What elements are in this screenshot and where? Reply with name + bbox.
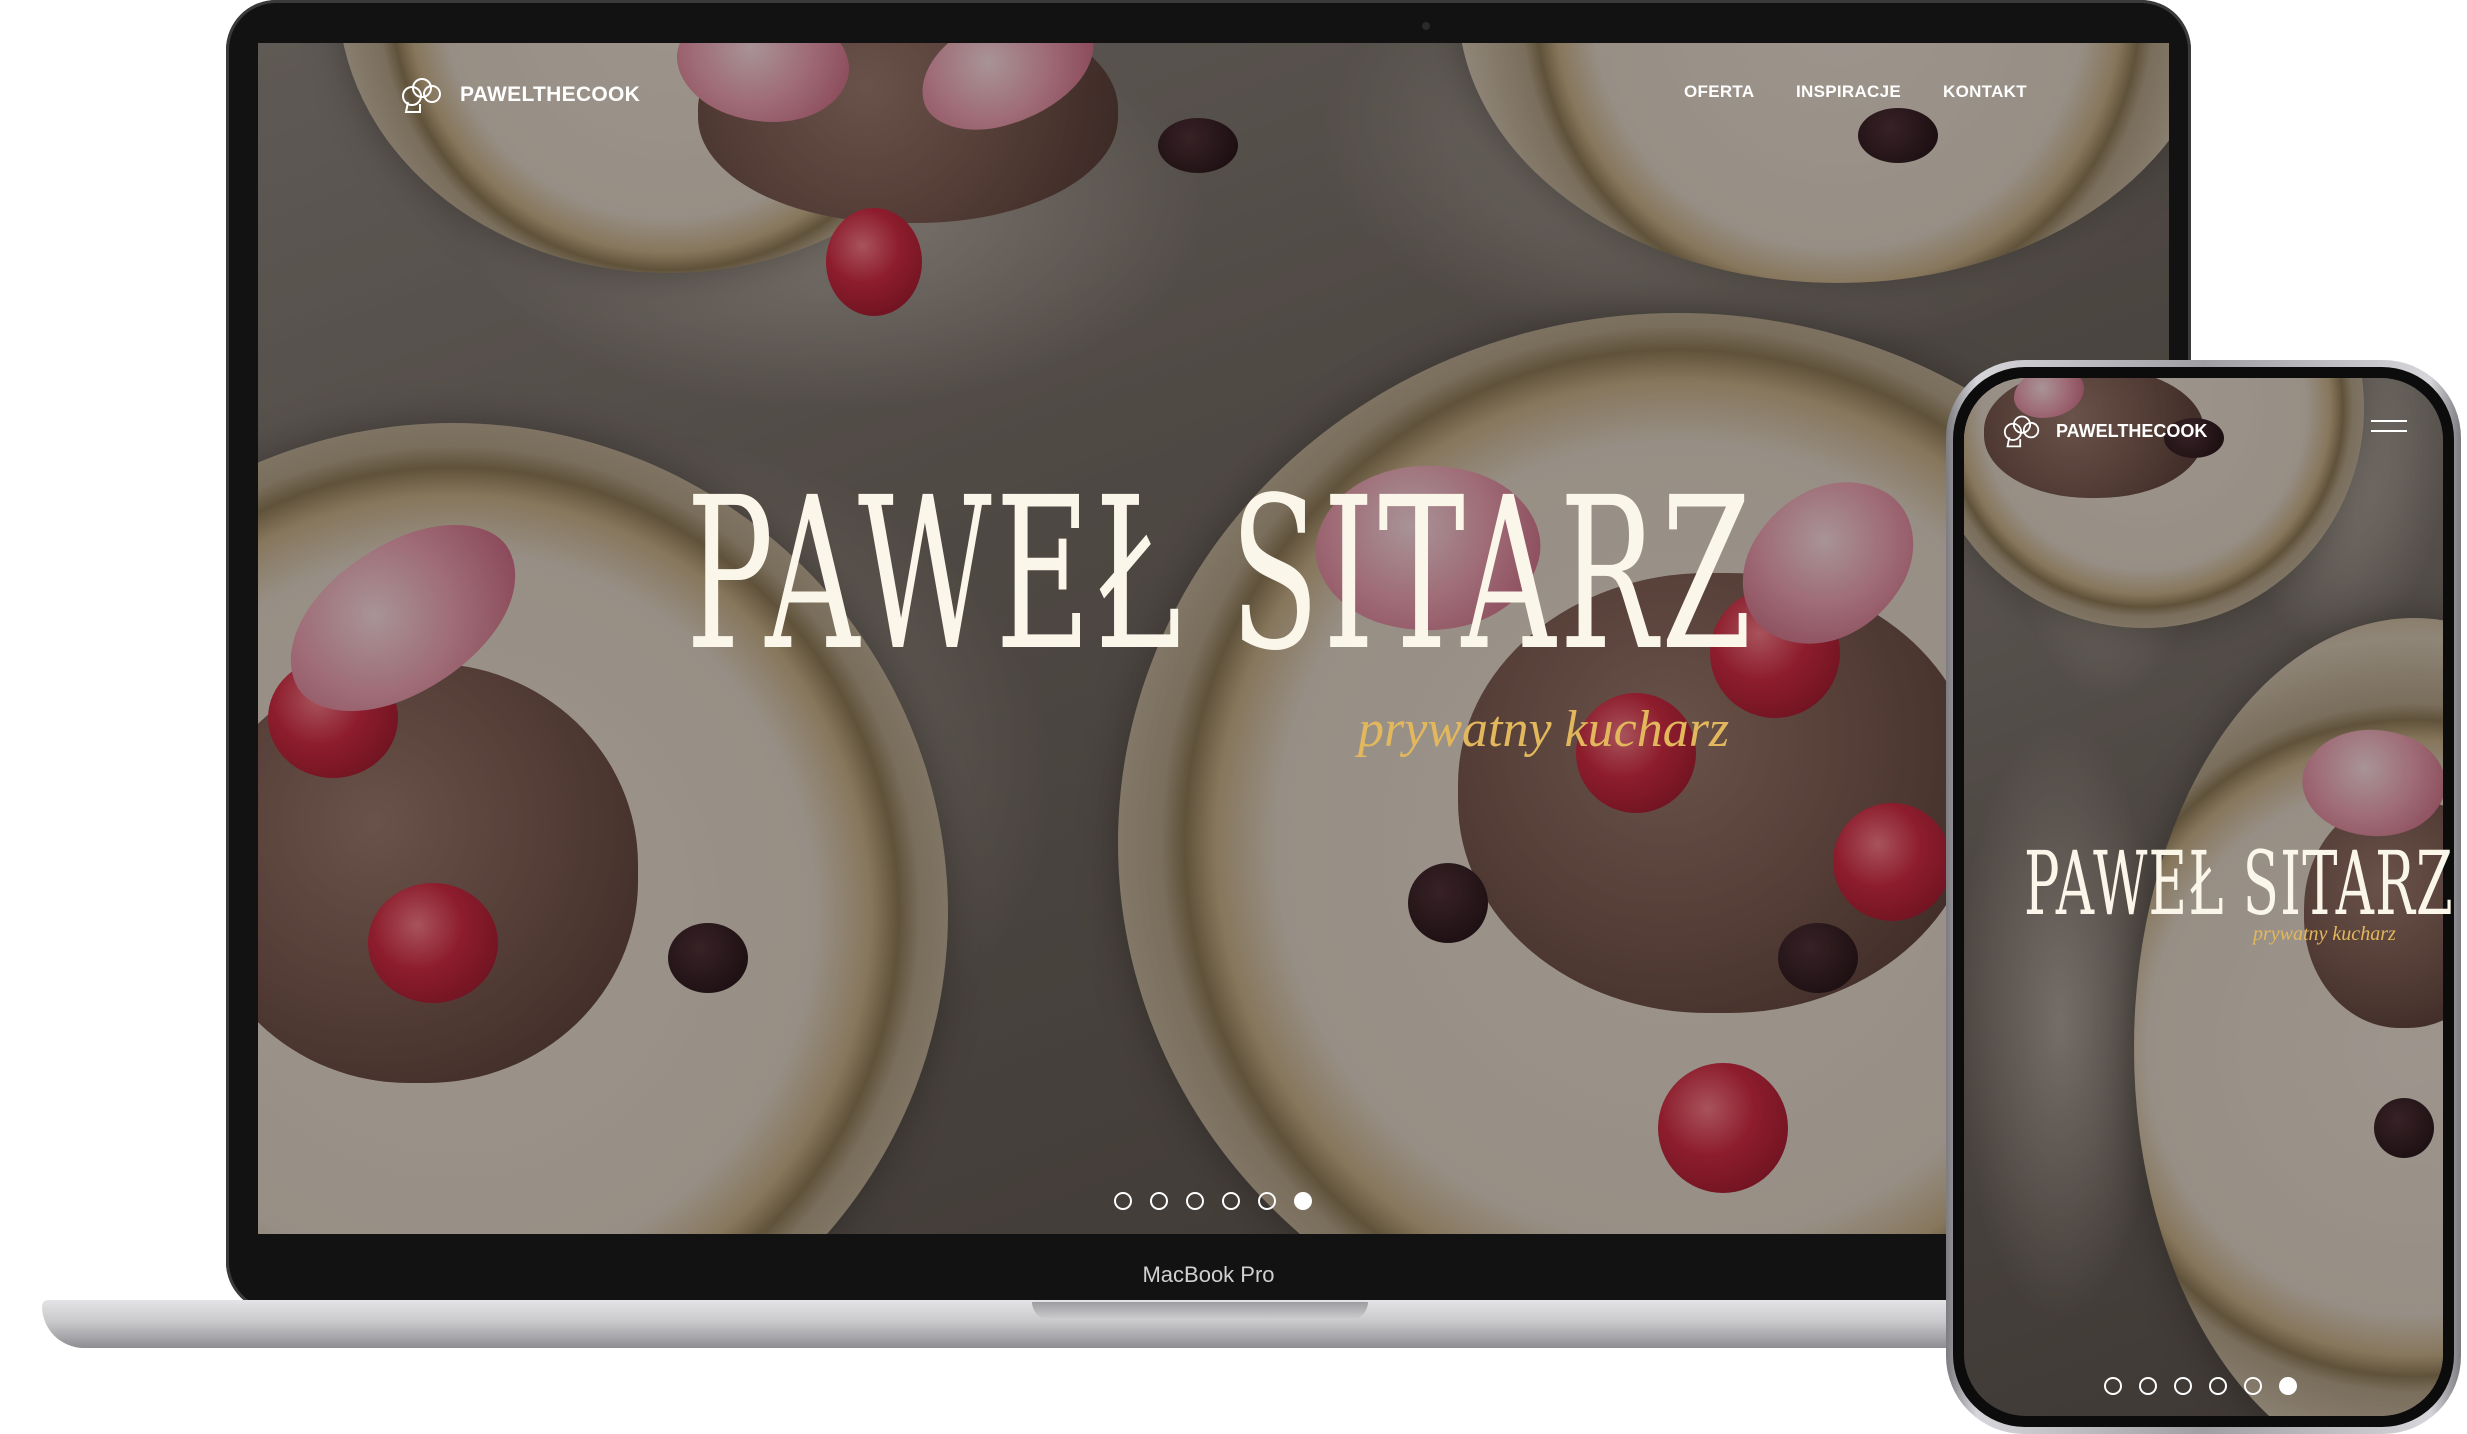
slider-dot[interactable] bbox=[1114, 1192, 1132, 1210]
slider-dots-mobile bbox=[2104, 1377, 2297, 1395]
slider-dots bbox=[1114, 1192, 1312, 1210]
hero-title-mobile: PAWEŁ SITARZ bbox=[2024, 832, 2454, 935]
slider-dot[interactable] bbox=[2244, 1377, 2262, 1395]
logo-text: PAWELTHECOOK bbox=[2056, 420, 2208, 441]
slider-dot[interactable] bbox=[1186, 1192, 1204, 1210]
logo-text: PAWELTHECOOK bbox=[460, 83, 641, 106]
slider-dot-active[interactable] bbox=[2279, 1377, 2297, 1395]
chef-hat-icon bbox=[402, 78, 441, 113]
slider-dot[interactable] bbox=[2174, 1377, 2192, 1395]
nav-link-oferta[interactable]: OFERTA bbox=[1684, 82, 1754, 102]
slider-dot-active[interactable] bbox=[1294, 1192, 1312, 1210]
site-logo[interactable]: PAWELTHECOOK bbox=[398, 74, 640, 116]
hero-subtitle-mobile: prywatny kucharz bbox=[2253, 923, 2396, 945]
slider-dot[interactable] bbox=[2104, 1377, 2122, 1395]
nav-link-kontakt[interactable]: KONTAKT bbox=[1943, 82, 2027, 102]
hero-subtitle: prywatny kucharz bbox=[1358, 701, 1730, 758]
hero-title: PAWEŁ SITARZ bbox=[686, 452, 1756, 697]
slider-dot[interactable] bbox=[1222, 1192, 1240, 1210]
hamburger-menu-icon[interactable] bbox=[2371, 420, 2407, 434]
slider-dot[interactable] bbox=[1258, 1192, 1276, 1210]
laptop-camera bbox=[1422, 22, 1430, 30]
slider-dot[interactable] bbox=[2139, 1377, 2157, 1395]
laptop-notch bbox=[1032, 1302, 1368, 1320]
slider-dot[interactable] bbox=[1150, 1192, 1168, 1210]
chef-hat-icon bbox=[2003, 415, 2040, 448]
site-logo-mobile[interactable]: PAWELTHECOOK bbox=[2000, 412, 2207, 450]
slider-dot[interactable] bbox=[2209, 1377, 2227, 1395]
nav-link-inspiracje[interactable]: INSPIRACJE bbox=[1796, 82, 1901, 102]
